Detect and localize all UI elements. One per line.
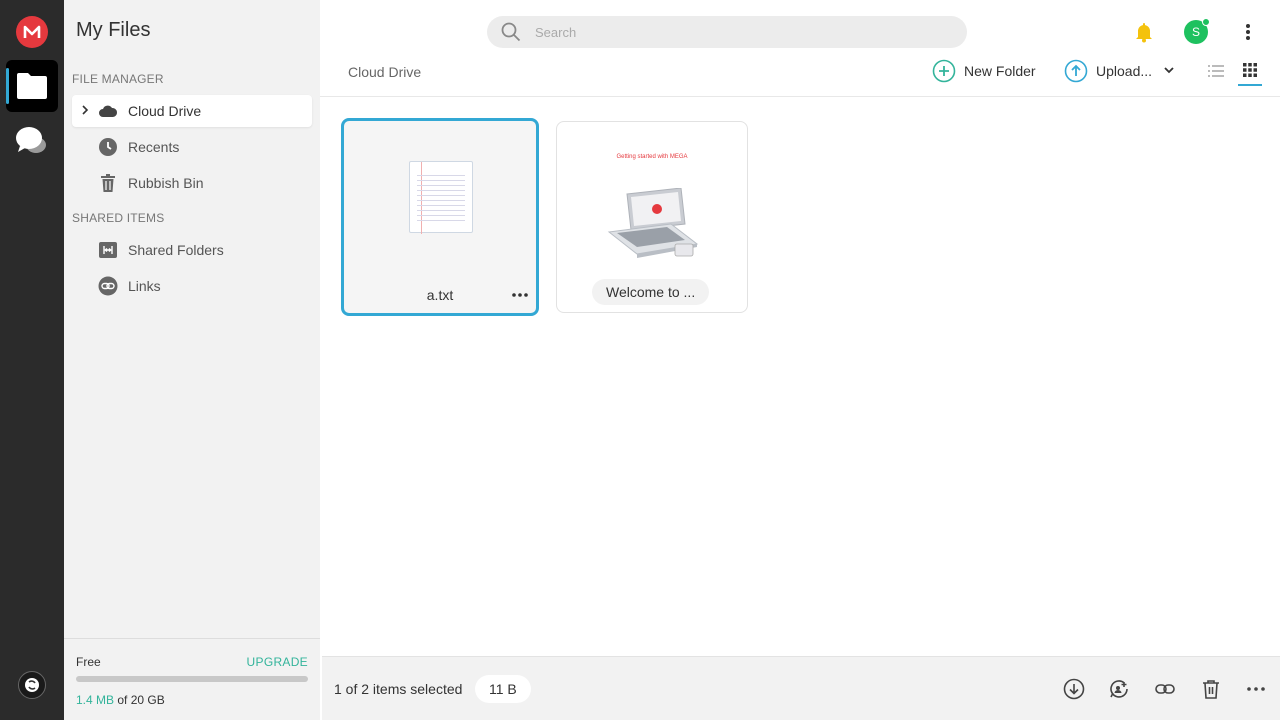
selection-count: 1 of 2 items selected	[334, 681, 463, 697]
sidebar-item-links[interactable]: Links	[72, 270, 312, 302]
sidebar-item-rubbish-bin[interactable]: Rubbish Bin	[72, 167, 312, 199]
mega-logo-icon[interactable]	[16, 16, 48, 48]
share-button[interactable]	[1105, 675, 1133, 703]
chat-app-button[interactable]	[12, 120, 52, 160]
get-link-button[interactable]	[1151, 675, 1179, 703]
more-menu-icon[interactable]	[1236, 20, 1260, 44]
toolbar: Cloud Drive New Folder Upload...	[320, 56, 1280, 97]
upload-button[interactable]: Upload...	[1064, 59, 1174, 83]
more-actions-icon[interactable]	[1242, 675, 1270, 703]
sidebar: My Files FILE MANAGER Cloud Drive Recent…	[64, 0, 320, 720]
new-folder-label: New Folder	[964, 63, 1036, 79]
search-input[interactable]	[535, 24, 915, 40]
download-icon	[1063, 678, 1085, 700]
storage-usage: 1.4 MB of 20 GB	[76, 693, 165, 707]
delete-button[interactable]	[1197, 675, 1225, 703]
chevron-right-icon[interactable]	[72, 104, 98, 118]
file-card[interactable]: a.txt	[341, 118, 539, 316]
notifications-bell-icon[interactable]	[1132, 20, 1156, 44]
storage-used: 1.4 MB	[76, 693, 115, 707]
list-view-icon[interactable]	[1204, 60, 1228, 82]
storage-total: of 20 GB	[117, 693, 165, 707]
sidebar-item-label: Links	[128, 278, 161, 294]
online-status-dot	[1202, 18, 1210, 26]
storage-panel: Free UPGRADE 1.4 MB of 20 GB	[64, 638, 320, 720]
sync-icon	[25, 678, 39, 692]
section-shared-items: SHARED ITEMS	[72, 211, 165, 225]
file-card[interactable]: Getting started with MEGA Welcome to ...	[556, 121, 748, 313]
chat-icon	[16, 127, 46, 153]
clock-icon	[98, 131, 128, 163]
selection-size-badge: 11 B	[475, 675, 531, 703]
files-app-button[interactable]	[6, 60, 58, 112]
sync-status-button[interactable]	[18, 671, 46, 699]
app-rail	[0, 0, 64, 720]
avatar[interactable]: S	[1184, 18, 1210, 44]
cloud-icon	[98, 95, 128, 127]
thumbnail-header-text: Getting started with MEGA	[616, 154, 688, 160]
avatar-initial: S	[1191, 25, 1200, 39]
section-file-manager: FILE MANAGER	[72, 72, 164, 86]
storage-bar	[76, 676, 308, 682]
chevron-down-icon[interactable]	[1164, 66, 1174, 77]
add-circle-icon	[932, 59, 956, 83]
file-name: Welcome to ...	[592, 279, 710, 305]
download-button[interactable]	[1060, 675, 1088, 703]
active-indicator	[6, 68, 9, 104]
sidebar-item-recents[interactable]: Recents	[72, 131, 312, 163]
plan-label: Free	[76, 655, 101, 669]
sidebar-item-label: Shared Folders	[128, 242, 224, 258]
selection-bar: 1 of 2 items selected 11 B	[322, 656, 1280, 720]
trash-icon	[98, 167, 128, 199]
link-icon	[98, 270, 128, 302]
breadcrumb[interactable]: Cloud Drive	[348, 64, 421, 80]
share-icon	[1110, 680, 1128, 698]
page-title: My Files	[76, 19, 151, 41]
link-icon	[1155, 684, 1175, 694]
sidebar-item-cloud-drive[interactable]: Cloud Drive	[72, 95, 312, 127]
sidebar-item-label: Recents	[128, 139, 180, 155]
upload-label: Upload...	[1096, 63, 1153, 79]
sidebar-item-label: Cloud Drive	[128, 103, 202, 119]
grid-view-icon[interactable]	[1238, 60, 1262, 86]
more-options-icon[interactable]	[508, 283, 532, 307]
laptop-thumbnail-image	[607, 188, 699, 258]
trash-icon	[1203, 680, 1219, 699]
sidebar-item-shared-folders[interactable]: Shared Folders	[72, 234, 312, 266]
folder-icon	[17, 73, 47, 99]
upgrade-link[interactable]: UPGRADE	[247, 655, 308, 669]
shared-folders-icon	[98, 234, 128, 266]
new-folder-button[interactable]: New Folder	[932, 59, 1036, 83]
search-bar[interactable]	[487, 16, 967, 48]
sidebar-item-label: Rubbish Bin	[128, 175, 204, 191]
text-file-icon	[409, 161, 473, 234]
upload-icon	[1064, 59, 1088, 83]
search-icon	[491, 22, 531, 42]
